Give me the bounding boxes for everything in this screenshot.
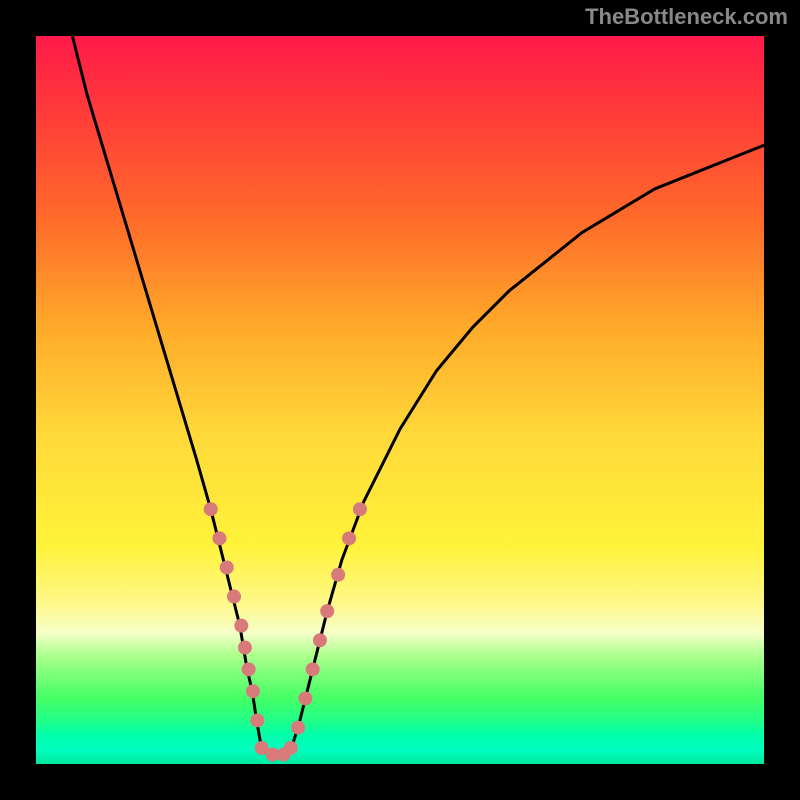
marker-left-cluster bbox=[234, 619, 248, 633]
marker-right-cluster bbox=[291, 721, 305, 735]
watermark-text: TheBottleneck.com bbox=[585, 4, 788, 30]
marker-left-cluster bbox=[212, 531, 226, 545]
marker-left-cluster bbox=[246, 684, 260, 698]
marker-right-cluster bbox=[353, 502, 367, 516]
marker-left-cluster bbox=[238, 641, 252, 655]
plot-area bbox=[36, 36, 764, 764]
marker-left-cluster bbox=[220, 560, 234, 574]
bottleneck-curve bbox=[72, 36, 764, 757]
marker-right-cluster bbox=[320, 604, 334, 618]
marker-left-cluster bbox=[227, 590, 241, 604]
marker-right-cluster bbox=[298, 691, 312, 705]
marker-right-cluster bbox=[306, 662, 320, 676]
marker-right-cluster bbox=[342, 531, 356, 545]
marker-left-cluster bbox=[242, 662, 256, 676]
chart-container: TheBottleneck.com bbox=[0, 0, 800, 800]
marker-right-cluster bbox=[313, 633, 327, 647]
marker-left-cluster bbox=[250, 713, 264, 727]
marker-left-cluster bbox=[204, 502, 218, 516]
marker-right-cluster bbox=[331, 568, 345, 582]
marker-bottom bbox=[284, 741, 298, 755]
chart-svg bbox=[36, 36, 764, 764]
